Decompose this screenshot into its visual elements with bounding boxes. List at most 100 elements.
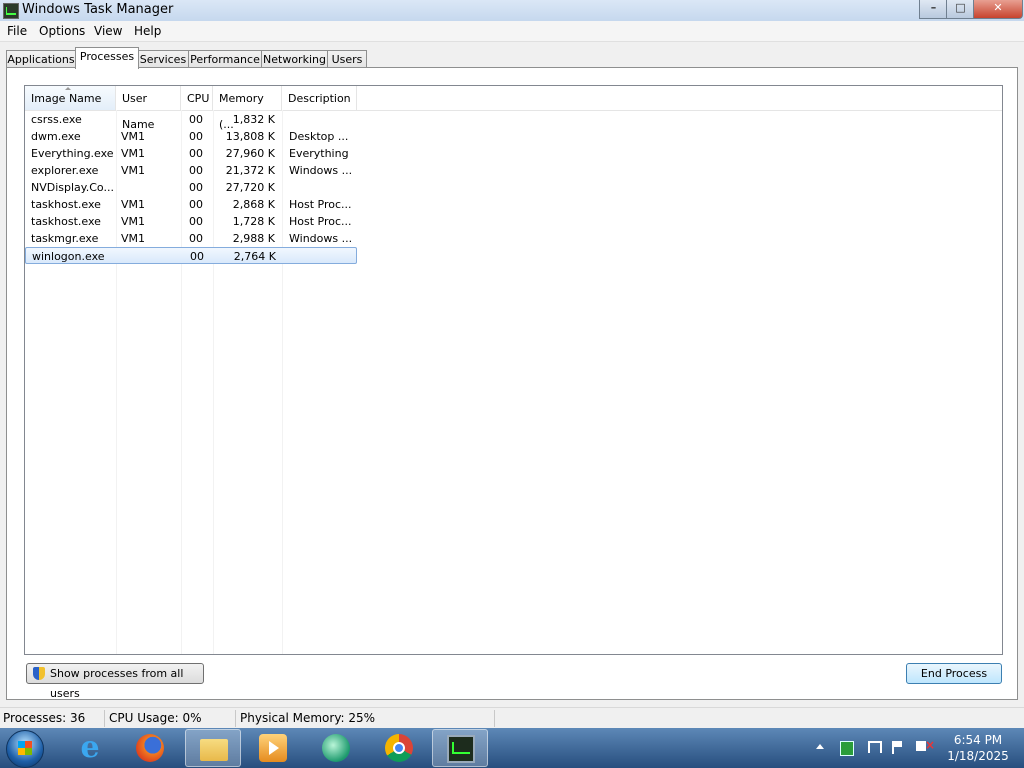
- list-header: Image Name User Name CPU Memory (... Des…: [25, 86, 1002, 131]
- column-cpu[interactable]: CPU: [181, 86, 213, 110]
- status-cpu-usage: CPU Usage: 0%: [109, 711, 202, 725]
- cell-description: Host Proc...: [289, 215, 352, 228]
- cell-cpu: 00: [189, 215, 203, 228]
- media-player-icon: [259, 734, 287, 762]
- minimize-button[interactable]: –: [919, 0, 948, 19]
- firefox-taskbar-button[interactable]: [122, 729, 178, 767]
- status-physical-memory: Physical Memory: 25%: [240, 711, 376, 725]
- close-button[interactable]: ✕: [973, 0, 1023, 19]
- table-row[interactable]: taskhost.exe VM1 00 2,868 K Host Proc...: [25, 196, 357, 213]
- cell-description: Everything: [289, 147, 349, 160]
- cell-memory: 2,988 K: [232, 232, 275, 245]
- menu-file[interactable]: File: [7, 24, 27, 38]
- task-manager-icon: [447, 735, 475, 763]
- start-button[interactable]: [6, 730, 44, 768]
- cell-memory: 2,868 K: [232, 198, 275, 211]
- tab-performance[interactable]: Performance: [188, 50, 262, 68]
- tab-users[interactable]: Users: [327, 50, 367, 68]
- cell-user-name: VM1: [121, 198, 146, 211]
- network-icon[interactable]: [868, 741, 882, 753]
- cell-description: Host Proc...: [289, 198, 352, 211]
- menu-options[interactable]: Options: [39, 24, 85, 38]
- column-label: Image Name: [31, 92, 102, 105]
- cell-memory: 27,720 K: [225, 181, 275, 194]
- cell-image-name: taskmgr.exe: [31, 232, 99, 245]
- cell-cpu: 00: [189, 232, 203, 245]
- column-description[interactable]: Description: [282, 86, 357, 110]
- clock-date[interactable]: 1/18/2025: [942, 749, 1014, 763]
- cell-description: Windows ...: [289, 164, 353, 177]
- column-image-name[interactable]: Image Name: [25, 86, 116, 110]
- cell-cpu: 00: [189, 198, 203, 211]
- status-divider: [235, 710, 236, 727]
- cell-image-name: explorer.exe: [31, 164, 99, 177]
- task-manager-window: Windows Task Manager – □ ✕ File Options …: [0, 0, 1024, 729]
- table-row[interactable]: Everything.exe VM1 00 27,960 K Everything: [25, 145, 357, 162]
- status-bar: Processes: 36 CPU Usage: 0% Physical Mem…: [0, 707, 1024, 729]
- notification-area: 6:54 PM 1/18/2025: [812, 728, 1024, 768]
- media-center-taskbar-button[interactable]: [308, 729, 364, 767]
- table-row[interactable]: dwm.exe VM1 00 13,808 K Desktop ...: [25, 128, 357, 145]
- table-row[interactable]: taskmgr.exe VM1 00 2,988 K Windows ...: [25, 230, 357, 247]
- cell-image-name: winlogon.exe: [32, 250, 105, 263]
- task-manager-taskbar-button[interactable]: [432, 729, 488, 767]
- cell-image-name: NVDisplay.Co...: [31, 181, 113, 194]
- uac-shield-icon: [33, 667, 45, 680]
- status-processes: Processes: 36: [3, 711, 86, 725]
- action-center-flag-icon[interactable]: [892, 741, 903, 754]
- cell-memory: 13,808 K: [225, 130, 275, 143]
- cell-memory: 2,764 K: [233, 250, 276, 263]
- show-all-users-button[interactable]: Show processes from all users: [26, 663, 204, 700]
- tab-services[interactable]: Services: [137, 50, 189, 68]
- chrome-icon: [385, 734, 413, 762]
- tab-applications[interactable]: Applications: [6, 50, 76, 68]
- processes-panel: Image Name User Name CPU Memory (... Des…: [6, 67, 1018, 700]
- volume-muted-icon[interactable]: [916, 738, 935, 752]
- menu-bar: File Options View Help: [0, 21, 1024, 42]
- table-row-selected[interactable]: winlogon.exe 00 2,764 K: [25, 247, 357, 264]
- title-bar[interactable]: Windows Task Manager – □ ✕: [0, 0, 1024, 22]
- window-title: Windows Task Manager: [22, 2, 174, 17]
- media-player-taskbar-button[interactable]: [245, 729, 301, 767]
- media-center-icon: [322, 734, 350, 762]
- cell-cpu: 00: [189, 130, 203, 143]
- end-process-button[interactable]: End Process: [906, 663, 1002, 684]
- cell-memory: 27,960 K: [225, 147, 275, 160]
- cell-cpu: 00: [189, 147, 203, 160]
- battery-icon[interactable]: [840, 741, 854, 756]
- show-hidden-icons-icon[interactable]: [816, 744, 824, 749]
- task-manager-app-icon: [3, 3, 19, 19]
- table-row[interactable]: taskhost.exe VM1 00 1,728 K Host Proc...: [25, 213, 357, 230]
- cell-cpu: 00: [189, 181, 203, 194]
- sort-ascending-icon: [65, 87, 71, 90]
- column-user-name[interactable]: User Name: [116, 86, 181, 131]
- table-row[interactable]: NVDisplay.Co... 00 27,720 K: [25, 179, 357, 196]
- menu-help[interactable]: Help: [134, 24, 161, 38]
- menu-view[interactable]: View: [94, 24, 122, 38]
- cell-user-name: VM1: [121, 164, 146, 177]
- cell-description: Desktop ...: [289, 130, 349, 143]
- cell-memory: 1,728 K: [232, 215, 275, 228]
- internet-explorer-icon: e: [80, 730, 100, 765]
- cell-user-name: VM1: [121, 215, 146, 228]
- table-row[interactable]: explorer.exe VM1 00 21,372 K Windows ...: [25, 162, 357, 179]
- status-divider: [104, 710, 105, 727]
- cell-cpu: 00: [189, 164, 203, 177]
- clock-time[interactable]: 6:54 PM: [948, 733, 1008, 747]
- status-divider: [494, 710, 495, 727]
- cell-user-name: VM1: [121, 232, 146, 245]
- cell-description: Windows ...: [289, 232, 353, 245]
- tab-processes[interactable]: Processes: [75, 47, 139, 69]
- maximize-button[interactable]: □: [946, 0, 975, 19]
- folder-icon: [200, 739, 228, 761]
- tab-networking[interactable]: Networking: [261, 50, 328, 68]
- internet-explorer-taskbar-button[interactable]: e: [62, 729, 118, 767]
- cell-user-name: VM1: [121, 147, 146, 160]
- chrome-taskbar-button[interactable]: [371, 729, 427, 767]
- windows-explorer-taskbar-button[interactable]: [185, 729, 241, 767]
- table-row[interactable]: csrss.exe 00 1,832 K: [25, 111, 357, 128]
- firefox-icon: [136, 734, 164, 762]
- column-memory[interactable]: Memory (...: [213, 86, 282, 131]
- process-list[interactable]: Image Name User Name CPU Memory (... Des…: [24, 85, 1003, 655]
- show-all-users-label: Show processes from all users: [50, 667, 184, 700]
